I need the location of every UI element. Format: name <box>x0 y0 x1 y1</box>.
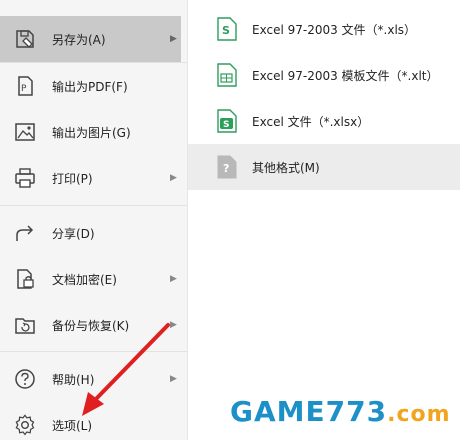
format-label: Excel 97-2003 文件（*.xls） <box>252 22 417 37</box>
xlsx-file-icon: S <box>216 109 238 133</box>
pdf-icon: P <box>13 74 37 98</box>
file-menu: 另存为(A) ▶ P 输出为PDF(F) 输出为图片(G) 打印(P) ▶ 分享… <box>0 0 188 440</box>
menu-item-export-image[interactable]: 输出为图片(G) <box>0 109 187 155</box>
menu-label: 另存为(A) <box>52 32 106 47</box>
gear-icon <box>13 413 37 437</box>
menu-label: 输出为PDF(F) <box>52 79 128 94</box>
svg-text:S: S <box>222 24 230 37</box>
menu-label: 帮助(H) <box>52 372 95 387</box>
watermark-text: GAME <box>230 395 326 428</box>
watermark-logo: GAME773.com <box>230 395 451 428</box>
menu-label: 打印(P) <box>52 171 93 186</box>
unknown-file-icon: ? <box>216 155 238 179</box>
xlt-file-icon <box>216 63 238 87</box>
menu-label: 分享(D) <box>52 226 95 241</box>
format-label: 其他格式(M) <box>252 160 320 175</box>
menu-label: 文档加密(E) <box>52 272 117 287</box>
backup-icon <box>13 313 37 337</box>
menu-label: 备份与恢复(K) <box>52 318 130 333</box>
help-icon <box>13 367 37 391</box>
save-format-xls[interactable]: S Excel 97-2003 文件（*.xls） <box>188 6 460 52</box>
image-icon <box>13 120 37 144</box>
save-format-xlt[interactable]: Excel 97-2003 模板文件（*.xlt） <box>188 52 460 98</box>
menu-item-options[interactable]: 选项(L) <box>0 402 187 448</box>
lock-file-icon <box>13 267 37 291</box>
save-as-submenu: S Excel 97-2003 文件（*.xls） Excel 97-2003 … <box>188 0 460 440</box>
menu-item-share[interactable]: 分享(D) <box>0 210 187 256</box>
chevron-right-icon: ▶ <box>170 374 177 384</box>
format-label: Excel 97-2003 模板文件（*.xlt） <box>252 68 439 83</box>
divider <box>0 351 187 352</box>
menu-item-export-pdf[interactable]: P 输出为PDF(F) <box>0 63 187 109</box>
chevron-right-icon: ▶ <box>170 173 177 183</box>
menu-label: 输出为图片(G) <box>52 125 131 140</box>
format-label: Excel 文件（*.xlsx） <box>252 114 370 129</box>
watermark-domain: .com <box>387 402 451 427</box>
menu-item-encrypt[interactable]: 文档加密(E) ▶ <box>0 256 187 302</box>
chevron-right-icon: ▶ <box>170 274 177 284</box>
divider <box>0 205 187 206</box>
save-format-xlsx[interactable]: S Excel 文件（*.xlsx） <box>188 98 460 144</box>
menu-label: 选项(L) <box>52 418 93 433</box>
xls-file-icon: S <box>216 17 238 41</box>
chevron-right-icon: ▶ <box>170 34 177 44</box>
save-as-icon <box>13 27 37 51</box>
menu-item-backup[interactable]: 备份与恢复(K) ▶ <box>0 302 187 348</box>
printer-icon <box>13 166 37 190</box>
svg-text:S: S <box>223 120 229 130</box>
share-icon <box>13 221 37 245</box>
menu-item-save-as[interactable]: 另存为(A) ▶ <box>0 16 181 62</box>
svg-text:?: ? <box>223 162 229 175</box>
svg-text:P: P <box>21 84 27 94</box>
save-format-other[interactable]: ? 其他格式(M) <box>188 144 460 190</box>
watermark-number: 773 <box>325 395 388 428</box>
menu-item-help[interactable]: 帮助(H) ▶ <box>0 356 187 402</box>
chevron-right-icon: ▶ <box>170 320 177 330</box>
menu-item-print[interactable]: 打印(P) ▶ <box>0 155 187 201</box>
